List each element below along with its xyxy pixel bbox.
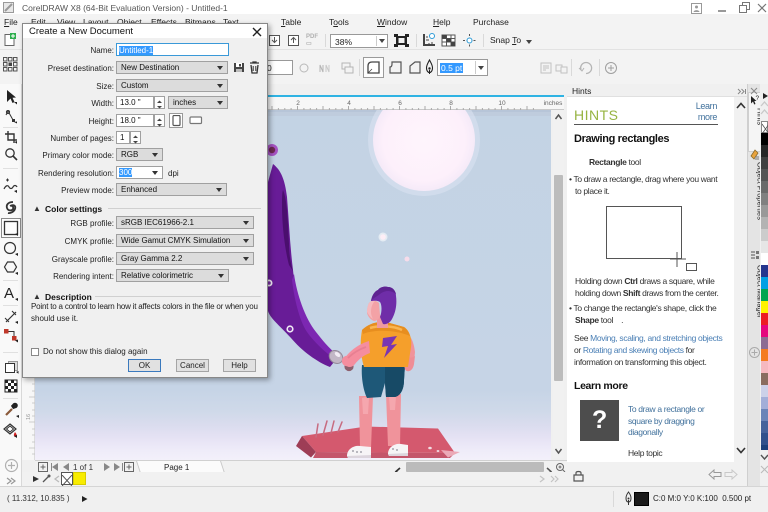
svg-text:4: 4 [347, 100, 351, 107]
svg-text:8: 8 [449, 100, 453, 107]
svg-text:A: A [4, 285, 14, 301]
svg-text:inches: inches [544, 100, 564, 107]
svg-text:?: ? [756, 95, 760, 102]
svg-text:6: 6 [398, 100, 402, 107]
svg-text:2: 2 [296, 100, 300, 107]
svg-text:16: 16 [26, 414, 32, 420]
svg-text:10: 10 [498, 100, 506, 107]
